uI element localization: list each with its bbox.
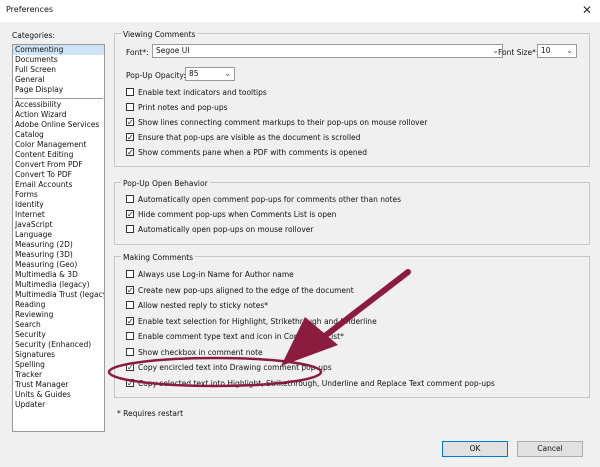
annotation-arrow-head bbox=[281, 317, 338, 366]
annotation-arrow-shaft bbox=[318, 269, 411, 342]
annotation-overlay bbox=[107, 269, 411, 388]
